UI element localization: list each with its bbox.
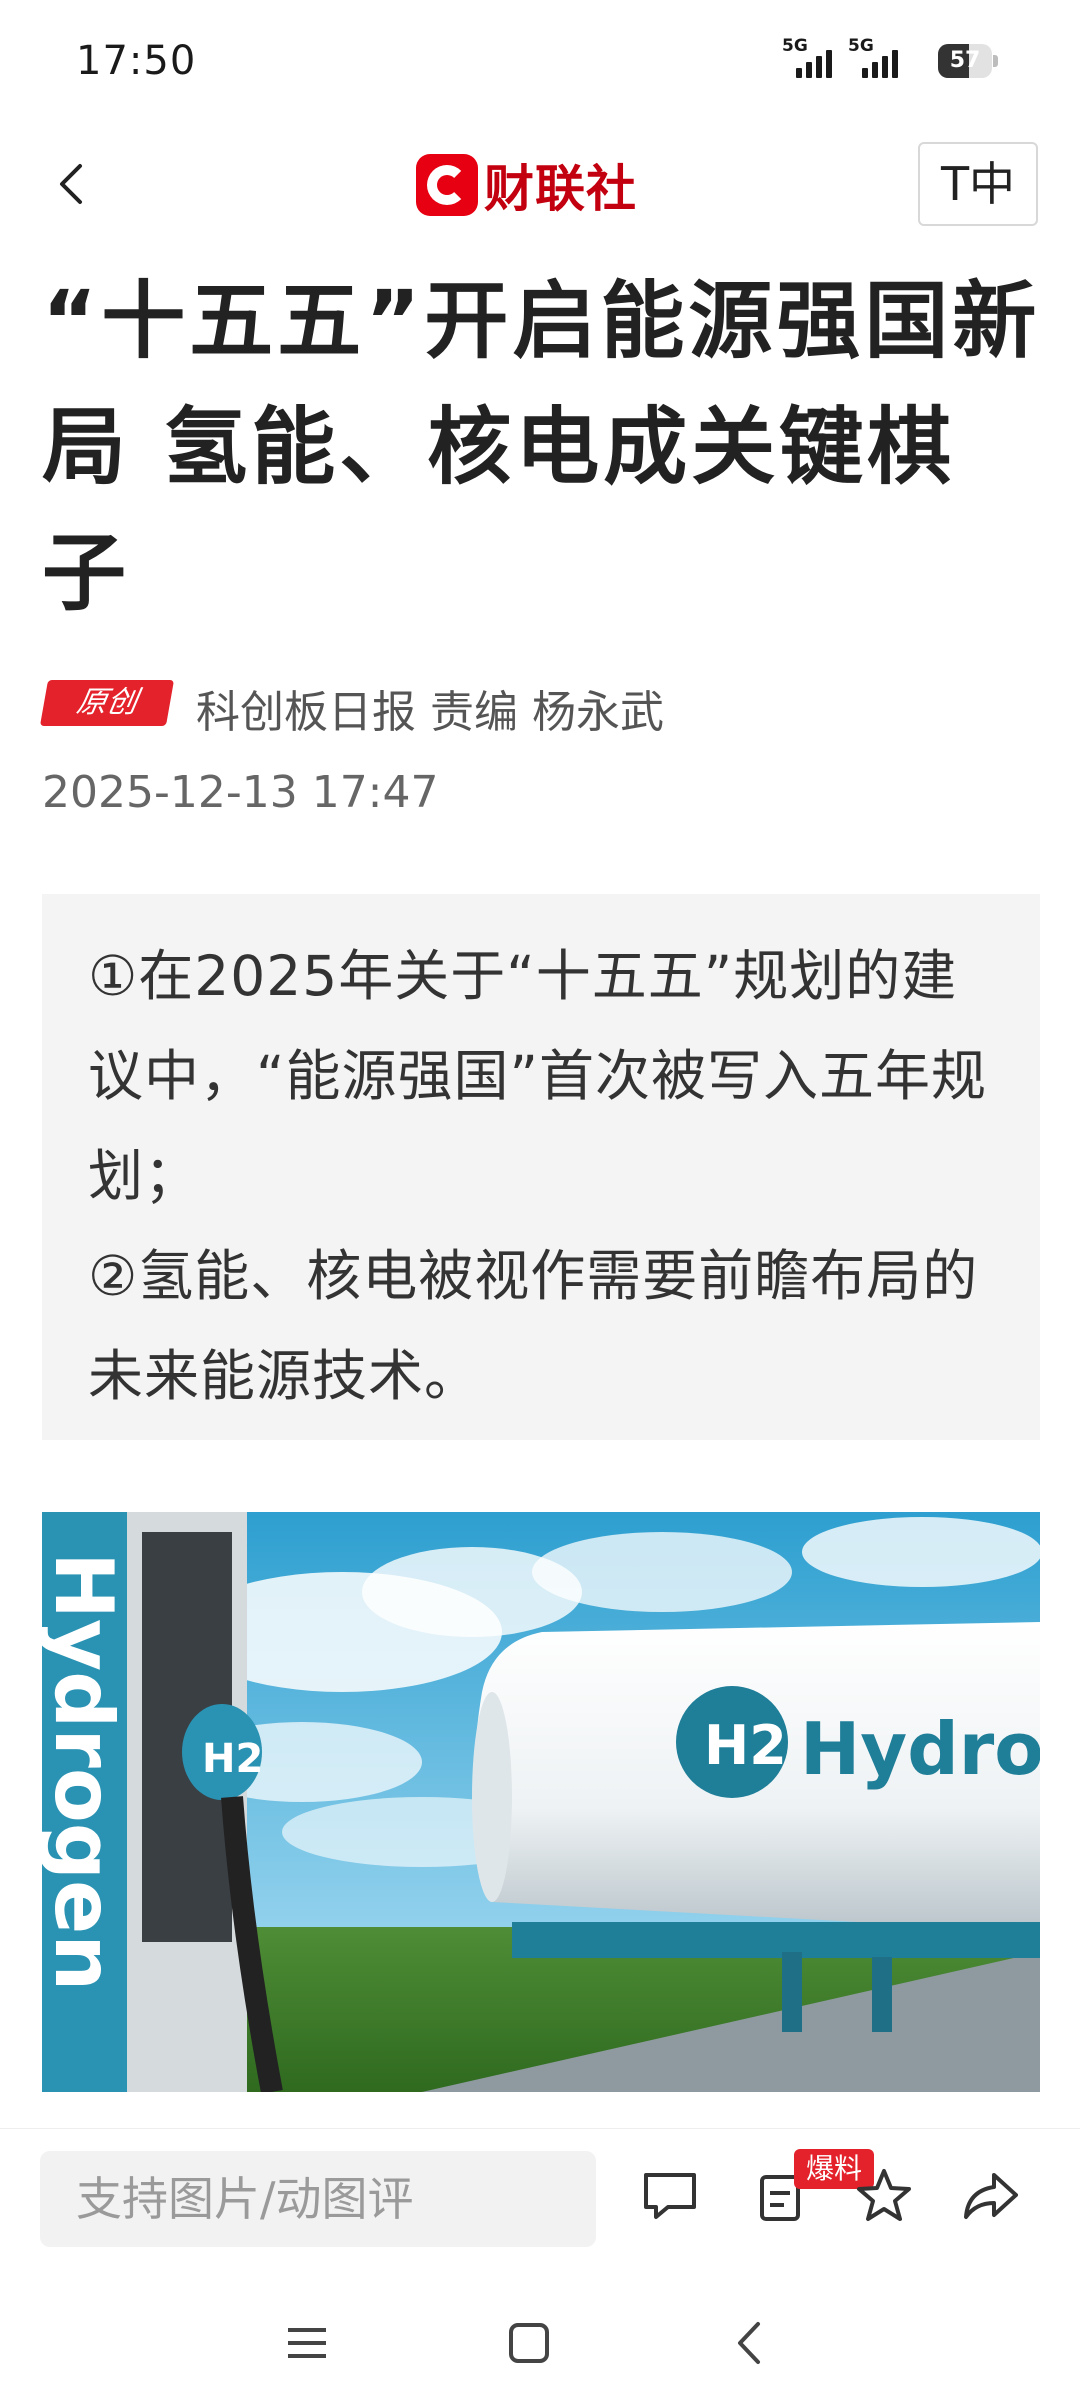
system-navigation-bar [0,2280,1080,2400]
favorite-button[interactable] [852,2163,916,2227]
home-button[interactable] [494,2308,564,2378]
article-summary: ①在2025年关于“十五五”规划的建议中，“能源强国”首次被写入五年规划； ②氢… [42,894,1040,1440]
menu-button[interactable] [272,2308,342,2378]
back-icon [738,2322,760,2364]
original-badge: 原创 [39,680,175,726]
brand-logo: 财联社 [416,150,637,220]
battery-level: 57 [949,48,981,73]
comment-icon [644,2173,696,2219]
logo-text: 财联社 [484,160,637,218]
summary-point-2: ②氢能、核电被视作需要前瞻布局的未来能源技术。 [88,1244,979,1408]
summary-point-1: ①在2025年关于“十五五”规划的建议中，“能源强国”首次被写入五年规划； [88,944,987,1208]
battery-icon: 57 [938,44,998,78]
signal-strength-2: 5G [848,36,906,80]
article-title: “十五五”开启能源强国新局 氢能、核电成关键棋子 [42,272,1041,622]
status-bar: 17:50 5G 5G 57 [0,0,1080,120]
nozzle-label-text: H2 [202,1736,263,1782]
back-button[interactable] [44,152,104,216]
signal-bars-icon [796,50,832,78]
share-icon [964,2173,1018,2219]
top-nav-bar: 财联社 T中 [0,130,1080,240]
home-icon [509,2323,549,2363]
system-back-button[interactable] [716,2308,786,2378]
comment-button[interactable] [638,2163,702,2227]
hydrogen-truck-illustration: H2 Hydrogen Hydrogen H2 [42,1512,1040,2092]
bottom-toolbar: 支持图片/动图评 爆料 [0,2128,1080,2280]
share-button[interactable] [958,2163,1022,2227]
station-sign-text: Hydrogen [42,1552,130,1991]
comment-input[interactable]: 支持图片/动图评 [40,2151,596,2247]
status-time: 17:50 [76,38,197,84]
font-size-toggle-button[interactable]: T中 [918,142,1038,226]
article-page: 17:50 5G 5G 57 财联社 T中 “十五五”开启能源强国新局 氢能、核… [0,0,1080,2400]
publish-date: 2025-12-13 17:47 [42,767,439,818]
chevron-left-icon [60,164,82,204]
star-icon [857,2169,911,2221]
article-image[interactable]: H2 Hydrogen Hydrogen H2 [42,1512,1040,2092]
signal-strength-1: 5G [782,36,840,80]
author-line: 科创板日报 责编 杨永武 [196,687,664,738]
tank-logo-text: H2 [704,1714,787,1777]
logo-c-icon [416,154,478,216]
signal-bars-icon [862,50,898,78]
tank-brand-text: Hydrogen [800,1707,1040,1791]
menu-icon [288,2328,326,2358]
